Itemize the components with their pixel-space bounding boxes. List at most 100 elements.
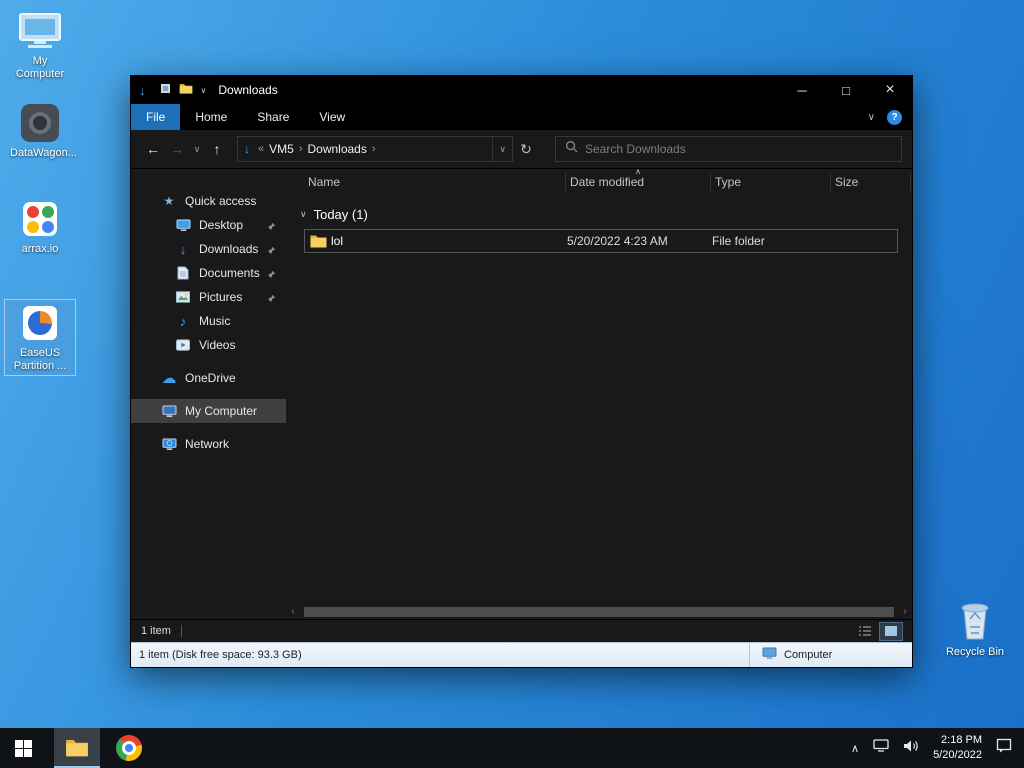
chrome-icon bbox=[116, 735, 142, 761]
help-icon[interactable]: ? bbox=[887, 109, 902, 125]
ribbon-collapse-chevron-icon[interactable]: ∨ bbox=[868, 112, 875, 123]
file-list-pane: Name ∧ Date modified Type Size ∨ Today (… bbox=[286, 167, 912, 605]
desktop-icon-easeus[interactable]: EaseUS Partition ... bbox=[4, 298, 76, 377]
sidebar-item-network[interactable]: Network bbox=[131, 432, 286, 456]
group-header-today[interactable]: ∨ Today (1) bbox=[286, 203, 912, 225]
maximize-button[interactable]: □ bbox=[824, 76, 868, 104]
my-computer-icon bbox=[161, 404, 177, 418]
address-bar[interactable]: ↓ « VM5 › Downloads › ∨ bbox=[237, 136, 513, 162]
sidebar-item-desktop[interactable]: Desktop bbox=[131, 213, 286, 237]
qat-customize-chevron-icon[interactable]: ∨ bbox=[201, 86, 207, 95]
pin-icon bbox=[267, 244, 276, 258]
sidebar-item-label: Music bbox=[199, 314, 231, 328]
breadcrumb-downloads[interactable]: Downloads bbox=[304, 142, 369, 156]
sidebar-item-documents[interactable]: Documents bbox=[131, 261, 286, 285]
pin-icon bbox=[267, 292, 276, 306]
breadcrumb-separator-icon[interactable]: › bbox=[370, 143, 378, 155]
file-date-modified: 5/20/2022 4:23 AM bbox=[567, 234, 668, 248]
tab-file[interactable]: File bbox=[131, 104, 181, 130]
desktop-icon-label: arrax.io bbox=[21, 243, 59, 255]
explorer-status-bar: 1 item bbox=[131, 619, 912, 642]
refresh-button[interactable]: ↻ bbox=[513, 136, 539, 162]
disk-space-status: 1 item (Disk free space: 93.3 GB) bbox=[139, 649, 302, 661]
qat-new-folder-icon[interactable] bbox=[179, 83, 193, 97]
search-box[interactable] bbox=[555, 136, 902, 162]
navigation-bar: ← → ∨ ↑ ↓ « VM5 › Downloads › ∨ ↻ bbox=[131, 130, 912, 169]
tab-view[interactable]: View bbox=[304, 104, 360, 130]
desktop-icon-arrax[interactable]: arrax.io bbox=[8, 196, 72, 258]
tray-volume-icon[interactable] bbox=[903, 739, 919, 758]
sidebar-item-downloads[interactable]: ↓ Downloads bbox=[131, 237, 286, 261]
quick-access-star-icon: ★ bbox=[163, 194, 175, 208]
tray-network-icon[interactable] bbox=[873, 739, 889, 757]
breadcrumb-vm5[interactable]: VM5 bbox=[266, 142, 297, 156]
sidebar-item-videos[interactable]: Videos bbox=[131, 333, 286, 357]
desktop-icon-recycle-bin[interactable]: Recycle Bin bbox=[943, 593, 1007, 661]
sidebar-item-label: Documents bbox=[199, 266, 260, 280]
title-bar: ↓ ∨ Downloads ─ □ × bbox=[131, 76, 912, 104]
close-button[interactable]: × bbox=[868, 76, 912, 104]
desktop-icon-datawagon[interactable]: DataWagon... bbox=[8, 100, 77, 162]
easeus-icon bbox=[7, 302, 73, 344]
taskbar-file-explorer-button[interactable] bbox=[54, 728, 100, 768]
recent-locations-chevron-icon[interactable]: ∨ bbox=[189, 137, 205, 161]
taskbar: ∧ 2:18 PM 5/20/2022 bbox=[0, 728, 1024, 768]
sidebar-item-pictures[interactable]: Pictures bbox=[131, 285, 286, 309]
qat-properties-icon[interactable] bbox=[160, 83, 171, 97]
desktop-icon-label: DataWagon... bbox=[10, 147, 77, 159]
sidebar-item-my-computer[interactable]: My Computer bbox=[131, 399, 286, 423]
pin-icon bbox=[267, 268, 276, 282]
zone-label: Computer bbox=[784, 649, 833, 661]
windows-logo-icon bbox=[14, 739, 32, 757]
back-button[interactable]: ← bbox=[141, 137, 165, 161]
explorer-window: ↓ ∨ Downloads ─ □ × File Home Share View bbox=[130, 75, 913, 668]
computer-icon bbox=[762, 647, 777, 663]
search-input[interactable] bbox=[585, 142, 892, 156]
tab-share[interactable]: Share bbox=[242, 104, 304, 130]
column-header-date-modified[interactable]: ∧ Date modified bbox=[566, 167, 711, 191]
file-row[interactable]: lol 5/20/2022 4:23 AM File folder bbox=[304, 229, 898, 253]
sidebar-item-music[interactable]: ♪ Music bbox=[131, 309, 286, 333]
address-overflow[interactable]: « bbox=[256, 143, 266, 155]
tray-overflow-chevron-icon[interactable]: ∧ bbox=[851, 742, 859, 755]
my-computer-icon bbox=[10, 10, 70, 52]
datawagon-icon bbox=[10, 102, 70, 144]
desktop-icon-my-computer[interactable]: My Computer bbox=[8, 8, 72, 83]
breadcrumb-separator-icon[interactable]: › bbox=[297, 143, 305, 155]
item-count: 1 item bbox=[141, 625, 171, 637]
action-center-icon[interactable] bbox=[996, 738, 1012, 758]
file-type: File folder bbox=[712, 234, 765, 248]
sidebar-item-quick-access[interactable]: ★ Quick access bbox=[131, 189, 286, 213]
address-dropdown-chevron-icon[interactable]: ∨ bbox=[492, 137, 506, 161]
column-headers: Name ∧ Date modified Type Size bbox=[286, 167, 912, 195]
ribbon-tabs: File Home Share View ∨ ? bbox=[131, 104, 912, 130]
sidebar-item-label: Downloads bbox=[199, 242, 259, 256]
up-button[interactable]: ↑ bbox=[205, 137, 229, 161]
pictures-icon bbox=[175, 291, 191, 303]
desktop-icon-label: EaseUS Partition ... bbox=[13, 347, 67, 373]
tab-home[interactable]: Home bbox=[180, 104, 242, 130]
thumbnail-view-button[interactable] bbox=[879, 621, 903, 641]
group-label: Today (1) bbox=[313, 206, 368, 222]
column-header-size[interactable]: Size bbox=[831, 173, 911, 191]
taskbar-chrome-button[interactable] bbox=[106, 728, 152, 768]
scroll-right-arrow[interactable]: › bbox=[898, 605, 912, 619]
sidebar-item-onedrive[interactable]: ☁ OneDrive bbox=[131, 366, 286, 390]
start-button[interactable] bbox=[0, 728, 46, 768]
taskbar-clock[interactable]: 2:18 PM 5/20/2022 bbox=[933, 733, 982, 763]
desktop-background: My Computer DataWagon... arrax.io EaseUS… bbox=[0, 0, 1024, 768]
minimize-button[interactable]: ─ bbox=[780, 76, 824, 104]
column-header-name[interactable]: Name bbox=[304, 173, 566, 191]
scroll-left-arrow[interactable]: ‹ bbox=[286, 605, 300, 619]
downloads-icon: ↓ bbox=[179, 241, 187, 257]
details-view-button[interactable] bbox=[854, 623, 876, 640]
column-header-type[interactable]: Type bbox=[711, 173, 831, 191]
clock-time: 2:18 PM bbox=[941, 734, 982, 747]
sidebar-item-label: Pictures bbox=[199, 290, 243, 304]
forward-button[interactable]: → bbox=[165, 137, 189, 161]
file-name: lol bbox=[331, 234, 344, 248]
music-icon: ♪ bbox=[179, 313, 187, 329]
arrax-icon bbox=[10, 198, 70, 240]
scrollbar-thumb[interactable] bbox=[304, 607, 894, 617]
network-icon bbox=[161, 437, 177, 451]
